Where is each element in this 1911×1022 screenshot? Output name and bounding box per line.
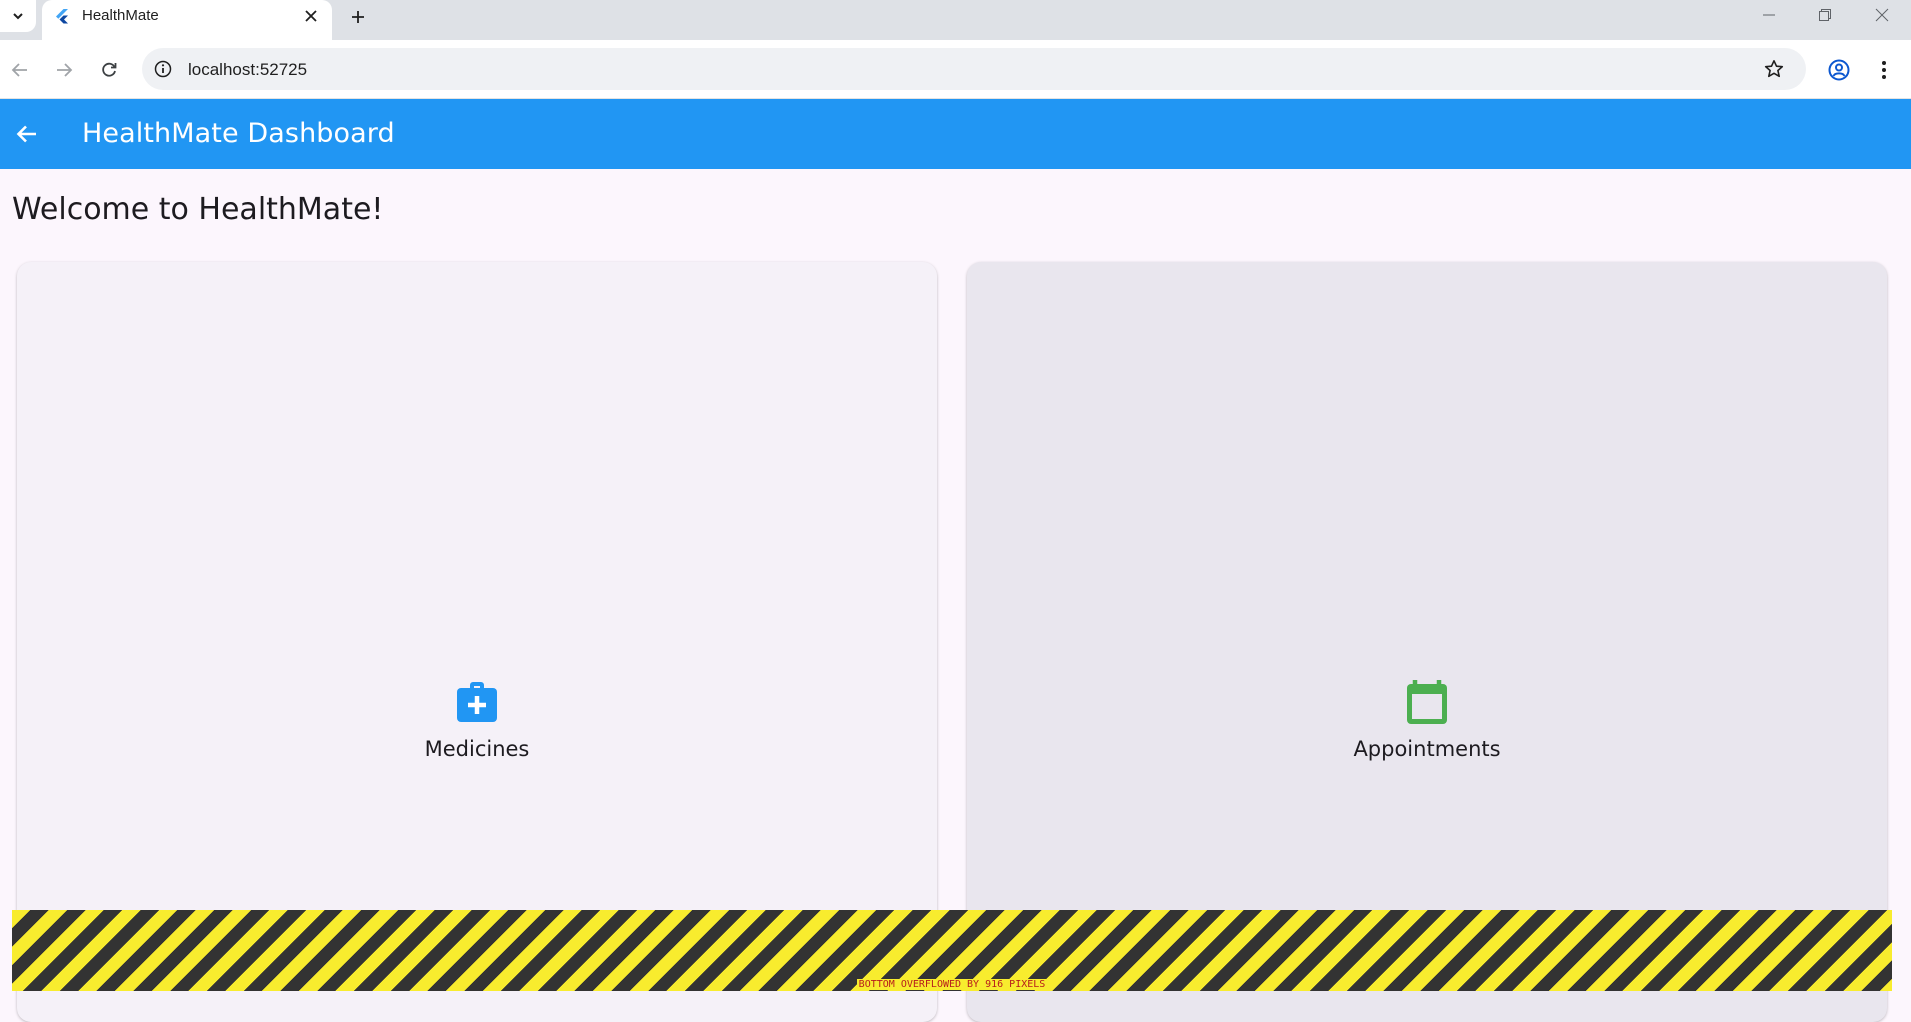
profile-button[interactable] xyxy=(1823,54,1855,86)
restore-icon xyxy=(1819,9,1831,21)
profile-icon xyxy=(1828,59,1850,81)
back-nav-button[interactable] xyxy=(4,54,36,86)
minimize-window-button[interactable] xyxy=(1754,4,1784,26)
calendar-icon xyxy=(1407,680,1447,724)
browser-toolbar: localhost:52725 xyxy=(0,40,1911,99)
flutter-logo-icon xyxy=(56,9,68,24)
back-button[interactable] xyxy=(10,117,44,151)
plus-icon xyxy=(352,11,364,23)
browser-tab-strip: HealthMate xyxy=(0,0,1911,40)
restore-window-button[interactable] xyxy=(1810,4,1840,26)
page-title: HealthMate Dashboard xyxy=(82,118,395,149)
close-window-button[interactable] xyxy=(1867,4,1897,26)
arrow-left-icon xyxy=(11,63,27,77)
arrow-right-icon xyxy=(57,63,73,77)
medicines-card[interactable]: Medicines xyxy=(17,262,937,1022)
overflow-warning-stripe: BOTTOM OVERFLOWED BY 916 PIXELS xyxy=(12,910,1892,991)
new-tab-button[interactable] xyxy=(345,4,371,30)
browser-menu-button[interactable] xyxy=(1868,54,1900,86)
address-bar[interactable]: localhost:52725 xyxy=(142,48,1806,90)
reload-icon xyxy=(102,62,117,77)
app-bar: HealthMate Dashboard xyxy=(0,99,1911,169)
close-icon xyxy=(1875,8,1889,22)
medical-bag-icon xyxy=(457,682,497,722)
appointments-label: Appointments xyxy=(1353,737,1501,761)
arrow-left-icon xyxy=(16,125,36,143)
appointments-card[interactable]: Appointments xyxy=(967,262,1887,1022)
bookmark-star-icon[interactable] xyxy=(1762,57,1786,81)
chevron-down-icon xyxy=(13,13,23,20)
site-info-icon[interactable] xyxy=(152,58,174,80)
minimize-icon xyxy=(1763,14,1775,16)
tab-title: HealthMate xyxy=(82,7,159,24)
more-vertical-icon xyxy=(1882,61,1886,79)
browser-tab[interactable]: HealthMate xyxy=(42,0,332,40)
overflow-warning-text: BOTTOM OVERFLOWED BY 916 PIXELS xyxy=(856,979,1048,990)
close-tab-icon[interactable] xyxy=(300,5,322,27)
tab-search-button[interactable] xyxy=(0,0,36,32)
url-text[interactable]: localhost:52725 xyxy=(188,60,307,80)
forward-nav-button[interactable] xyxy=(48,54,80,86)
reload-button[interactable] xyxy=(93,54,125,86)
medicines-label: Medicines xyxy=(424,737,530,761)
welcome-heading: Welcome to HealthMate! xyxy=(12,192,384,227)
